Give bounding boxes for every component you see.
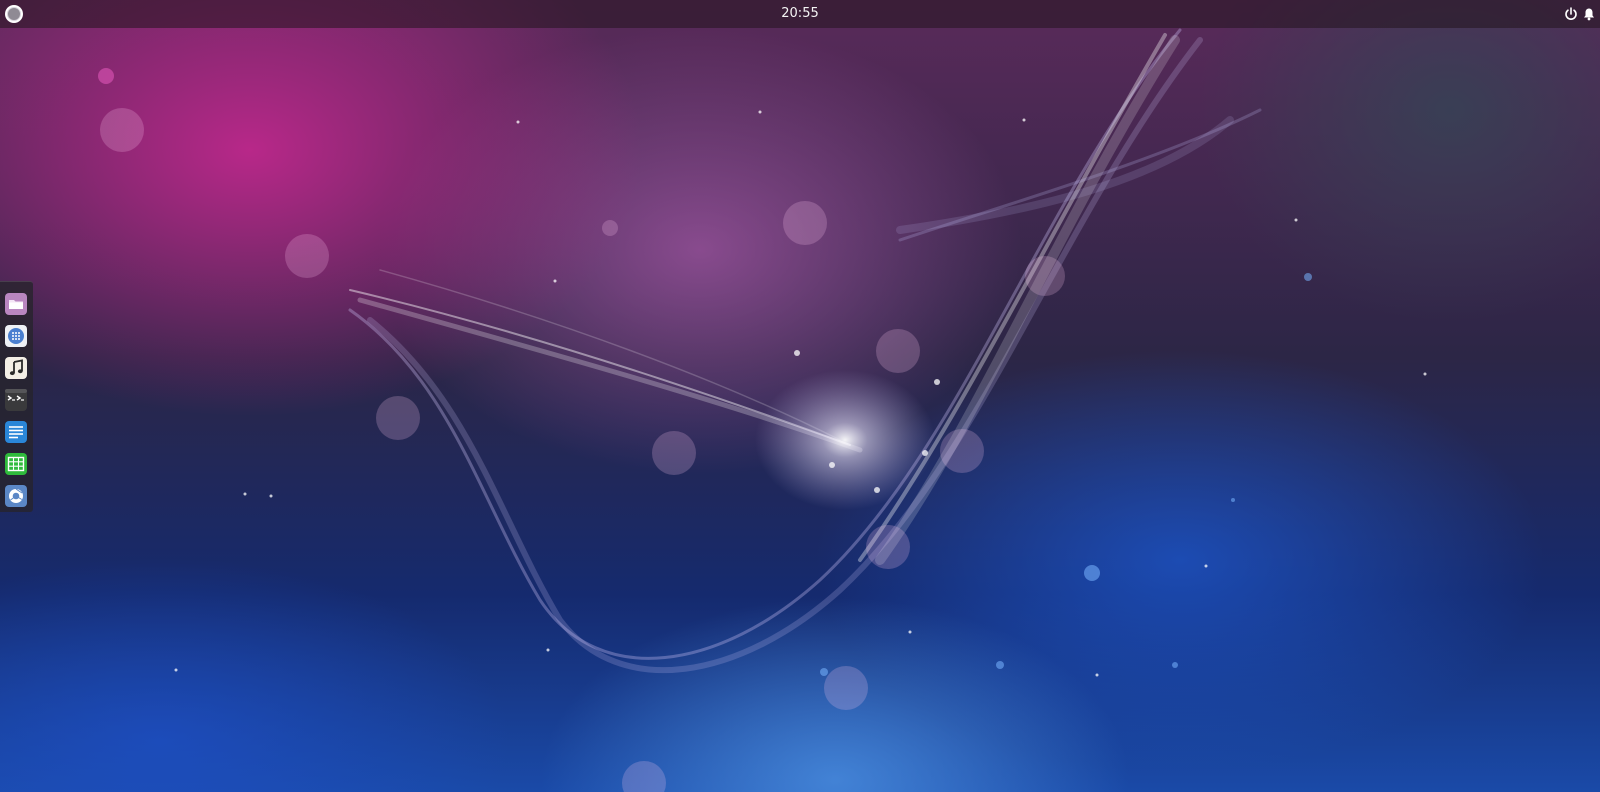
spreadsheet-launcher[interactable] [4,452,28,476]
music-launcher[interactable] [4,356,28,380]
text-editor-launcher[interactable] [4,420,28,444]
terminal-launcher[interactable] [4,388,28,412]
desktop[interactable]: 20:55 [0,0,1600,792]
spreadsheet-icon [5,453,27,475]
folder-icon [5,293,27,315]
document-icon [5,421,27,443]
web-browser-launcher[interactable] [4,484,28,508]
bell-icon[interactable] [1582,7,1596,21]
app-grid-launcher[interactable] [4,324,28,348]
clock: 20:55 [0,0,1600,28]
wallpaper [98,28,1427,792]
top-panel: 20:55 [0,0,1600,28]
terminal-icon [5,389,27,411]
music-note-icon [5,357,27,379]
browser-icon [5,485,27,507]
files-launcher[interactable] [4,292,28,316]
clock-label[interactable]: 20:55 [781,6,818,21]
application-dock [0,281,33,512]
app-grid-icon [5,325,27,347]
power-icon[interactable] [1564,7,1578,21]
system-tray [1564,0,1596,28]
